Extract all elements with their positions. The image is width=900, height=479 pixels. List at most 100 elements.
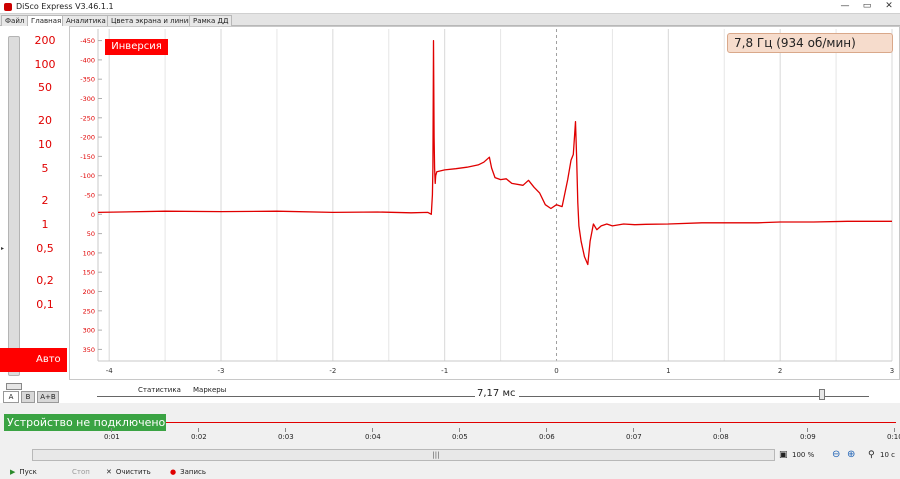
zoom-in-icon[interactable]: ⊕ (847, 449, 857, 461)
markers-tab[interactable]: Маркеры (193, 386, 226, 394)
oscilloscope-plot[interactable]: -450 -400 -350 -300 -250 -200 -150 -100 -50 0 50 10… (69, 26, 900, 380)
measurement-bar: Статистика Маркеры 7,17 мс (69, 380, 900, 403)
range-label[interactable]: 10 (25, 138, 65, 151)
play-icon: ▶ (10, 468, 16, 476)
menu-tabs: Файл Главная Аналитика Цвета экрана и ли… (0, 14, 900, 26)
timeline-label: 0:09 (800, 433, 816, 441)
maximize-button[interactable]: ▭ (858, 1, 876, 12)
y-tick-label: -450 (80, 37, 95, 45)
tab-screen-colors[interactable]: Цвета экрана и линий (107, 15, 197, 26)
timeline-tick (459, 428, 460, 432)
timeline-label: 0:01 (104, 433, 120, 441)
channel-tab-a-plus-b[interactable]: A+B (37, 391, 59, 403)
start-button[interactable]: ▶ Пуск (10, 467, 37, 477)
y-tick-label: 300 (83, 327, 95, 335)
tab-main[interactable]: Главная (27, 15, 66, 26)
timeline-label: 0:06 (539, 433, 555, 441)
time-span: 10 с (880, 451, 895, 459)
range-label[interactable]: 0,1 (25, 298, 65, 311)
zoom-out-icon[interactable]: ⊖ (832, 449, 842, 461)
range-label[interactable]: 100 (25, 58, 65, 71)
tab-file[interactable]: Файл (1, 15, 29, 26)
clear-button[interactable]: ✕ Очистить (106, 467, 151, 477)
y-tick-label: 100 (83, 249, 95, 257)
y-tick-label: -150 (80, 153, 95, 161)
close-button[interactable]: ✕ (880, 1, 898, 12)
x-tick-label: 3 (890, 367, 894, 375)
range-label[interactable]: 50 (25, 81, 65, 94)
waveform-chart: -450-400-350-300-250-200-150-100-5005010… (80, 29, 894, 375)
record-icon: ● (170, 468, 177, 476)
y-tick-label: 250 (83, 307, 95, 315)
y-tick-label: -400 (80, 56, 95, 64)
y-tick-label: 200 (83, 288, 95, 296)
title-bar: DiSco Express V3.46.1.1 — ▭ ✕ (0, 0, 900, 14)
y-tick-label: 0 (91, 211, 95, 219)
x-tick-label: -4 (106, 367, 114, 375)
measurement-line-right (519, 396, 869, 397)
auto-button[interactable]: Авто (0, 348, 67, 372)
x-tick-label: -2 (329, 367, 336, 375)
stop-button[interactable]: Стоп (72, 467, 90, 477)
app-icon (4, 3, 12, 11)
y-tick-label: 150 (83, 269, 95, 277)
marker-slider-handle[interactable] (819, 389, 825, 400)
x-tick-label: -3 (218, 367, 225, 375)
x-tick-label: 2 (778, 367, 782, 375)
x-tick-label: 0 (554, 367, 558, 375)
timeline-label: 0:08 (713, 433, 729, 441)
measurement-value: 7,17 мс (475, 388, 518, 399)
statistics-tab[interactable]: Статистика (138, 386, 181, 394)
timeline-tick (720, 428, 721, 432)
timeline-tick (807, 428, 808, 432)
zoom-percent: 100 % (792, 451, 815, 459)
timeline-tick (285, 428, 286, 432)
y-tick-label: -350 (80, 76, 95, 84)
clear-label: Очистить (115, 468, 151, 476)
timeline-tick (198, 428, 199, 432)
y-tick-label: -200 (80, 134, 95, 142)
timeline-tick (372, 428, 373, 432)
range-label[interactable]: 2 (25, 194, 65, 207)
sensitivity-panel: ▸ 200 100 50 20 10 5 2 1 0,5 0,2 0,1 Авт… (0, 26, 69, 403)
y-tick-label: -300 (80, 95, 95, 103)
y-tick-label: -250 (80, 114, 95, 122)
minimize-button[interactable]: — (836, 1, 854, 12)
sensitivity-slider-track[interactable] (8, 36, 20, 376)
measurement-line-left (97, 396, 475, 397)
tab-frame[interactable]: Рамка ДД (189, 15, 233, 26)
timeline-label: 0:10 (887, 433, 900, 441)
timeline-label: 0:03 (278, 433, 294, 441)
x-tick-label: -1 (441, 367, 448, 375)
x-tick-label: 1 (666, 367, 670, 375)
zoom-fit-icon[interactable]: ▣ (779, 449, 789, 461)
horizontal-scrollbar[interactable]: ||| (32, 449, 775, 461)
y-tick-label: -100 (80, 172, 95, 180)
timeline-tick (633, 428, 634, 432)
timeline-tick (546, 428, 547, 432)
sensitivity-slider-thumb[interactable] (6, 383, 22, 390)
range-label[interactable]: 0,5 (25, 242, 65, 255)
range-label[interactable]: 1 (25, 218, 65, 231)
record-timeline-line (166, 422, 896, 423)
timeline-label: 0:04 (365, 433, 381, 441)
range-label[interactable]: 20 (25, 114, 65, 127)
timeline-tick (894, 428, 895, 432)
timeline-label: 0:02 (191, 433, 207, 441)
tab-analytics[interactable]: Аналитика (62, 15, 110, 26)
start-label: Пуск (19, 468, 37, 476)
scroll-handle[interactable]: ||| (429, 450, 443, 460)
inversion-button[interactable]: Инверсия (105, 39, 168, 55)
channel-tab-a[interactable]: A (3, 391, 19, 403)
clear-icon: ✕ (106, 468, 112, 476)
magnifier-icon[interactable]: ⚲ (868, 449, 878, 461)
record-label: Запись (180, 468, 206, 476)
y-tick-label: 350 (83, 346, 95, 354)
range-label[interactable]: 0,2 (25, 274, 65, 287)
device-status-badge: Устройство не подключено (4, 414, 166, 431)
record-button[interactable]: ● Запись (170, 467, 206, 477)
range-label[interactable]: 200 (25, 34, 65, 47)
slider-pointer-icon: ▸ (1, 245, 5, 252)
range-label[interactable]: 5 (25, 162, 65, 175)
channel-tab-b[interactable]: B (21, 391, 35, 403)
